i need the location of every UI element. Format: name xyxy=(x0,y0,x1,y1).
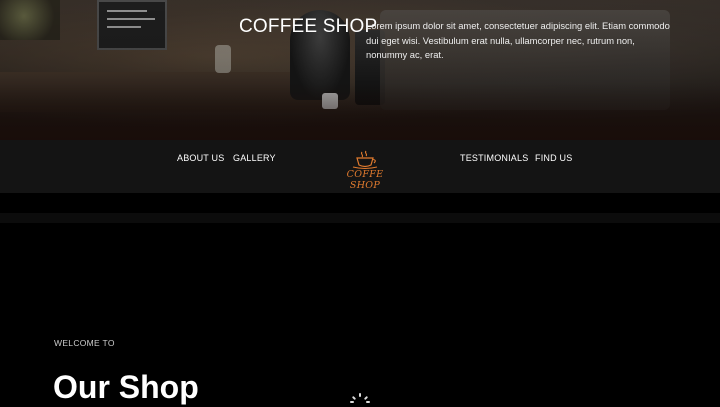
loading-spinner-icon xyxy=(350,393,370,403)
nav-find-us[interactable]: FIND US xyxy=(535,153,572,163)
nav-testimonials[interactable]: TESTIMONIALS xyxy=(460,153,528,163)
hero-background-plant xyxy=(0,0,60,40)
welcome-label: WELCOME TO xyxy=(54,338,115,348)
hero-background-menu-board xyxy=(97,0,167,50)
main-navigation: ABOUT US GALLERY COFFE SHOP TESTIMONIALS… xyxy=(0,140,720,193)
section-divider xyxy=(0,213,720,223)
hero-background-jar xyxy=(215,45,231,73)
nav-gallery[interactable]: GALLERY xyxy=(233,153,276,163)
site-logo[interactable]: COFFE SHOP xyxy=(330,150,400,191)
hero-title: COFFEE SHOP xyxy=(239,16,378,37)
hero-banner: COFFEE SHOP Lorem ipsum dolor sit amet, … xyxy=(0,0,720,140)
hero-background-counter xyxy=(0,72,330,112)
section-heading: Our Shop xyxy=(53,369,199,405)
nav-about-us[interactable]: ABOUT US xyxy=(177,153,224,163)
logo-text: COFFE SHOP xyxy=(346,169,384,191)
coffee-cup-icon xyxy=(352,150,378,170)
hero-description: Lorem ipsum dolor sit amet, consectetuer… xyxy=(366,20,670,60)
hero-background-cup xyxy=(322,93,338,109)
